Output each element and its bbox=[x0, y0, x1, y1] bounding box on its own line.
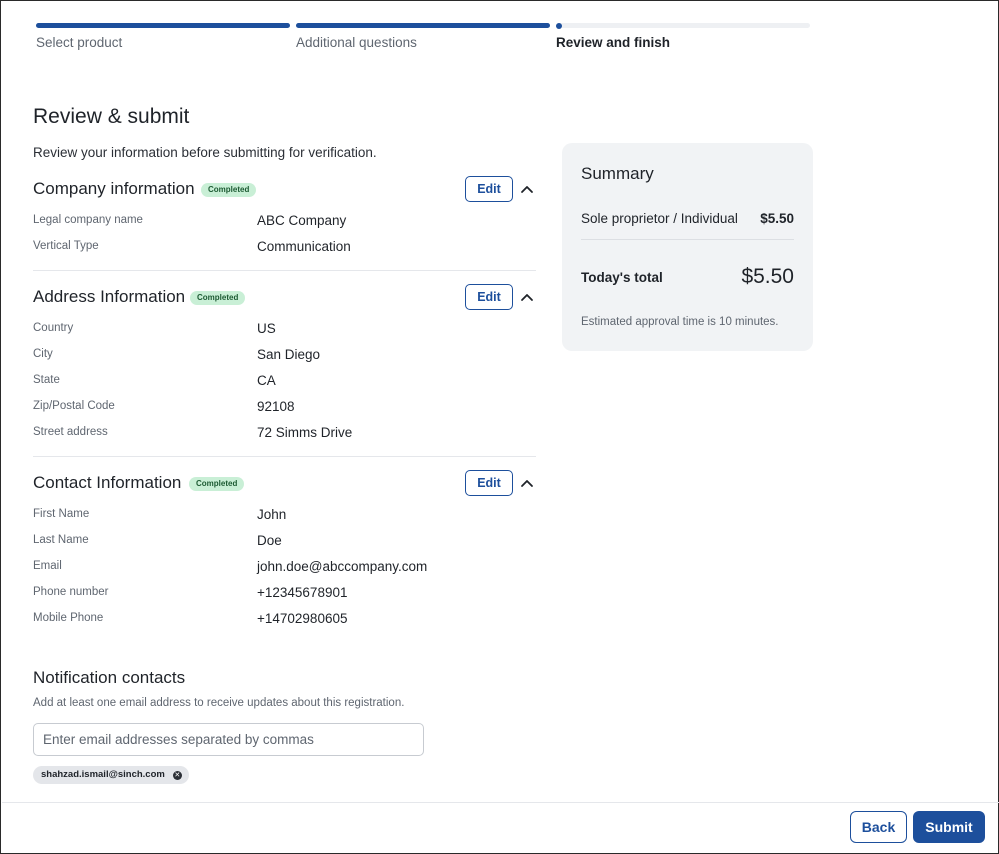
field-label: Phone number bbox=[33, 586, 109, 598]
footer-divider bbox=[2, 802, 999, 803]
notification-contacts-description: Add at least one email address to receiv… bbox=[33, 697, 405, 709]
summary-title: Summary bbox=[581, 164, 654, 183]
section-title: Address Information bbox=[33, 287, 186, 306]
page-title: Review & submit bbox=[33, 105, 190, 128]
edit-address-button[interactable]: Edit bbox=[465, 284, 513, 310]
edit-contact-button[interactable]: Edit bbox=[465, 470, 513, 496]
field-value: Doe bbox=[257, 533, 282, 548]
summary-divider bbox=[581, 239, 794, 240]
company-section-header: Company information Completed Edit bbox=[33, 176, 536, 204]
step-progress-bar bbox=[556, 22, 810, 29]
section-divider bbox=[33, 270, 536, 271]
field-value: 92108 bbox=[257, 399, 295, 414]
field-value: John bbox=[257, 507, 287, 522]
submit-button[interactable]: Submit bbox=[913, 811, 985, 843]
field-label: Mobile Phone bbox=[33, 612, 104, 624]
summary-item-price: $5.50 bbox=[760, 211, 794, 226]
status-badge: Completed bbox=[189, 477, 245, 491]
section-divider bbox=[33, 456, 536, 457]
field-label: City bbox=[33, 348, 53, 360]
field-value: +12345678901 bbox=[257, 585, 348, 600]
summary-total-label: Today's total bbox=[581, 270, 663, 285]
summary-item-label: Sole proprietor / Individual bbox=[581, 211, 738, 226]
address-section-header: Address Information Completed Edit bbox=[33, 284, 536, 312]
field-label: State bbox=[33, 374, 60, 386]
field-value: Communication bbox=[257, 239, 351, 254]
field-value: CA bbox=[257, 373, 276, 388]
step-current-dot bbox=[556, 22, 562, 29]
summary-approval-note: Estimated approval time is 10 minutes. bbox=[581, 316, 779, 328]
field-label: Legal company name bbox=[33, 214, 143, 226]
close-circle-icon[interactable]: ✕ bbox=[172, 770, 182, 780]
field-value: US bbox=[257, 321, 276, 336]
email-chip-label: shahzad.ismail@sinch.com bbox=[41, 769, 165, 780]
field-value: ABC Company bbox=[257, 213, 347, 228]
email-chip: shahzad.ismail@sinch.com ✕ bbox=[33, 766, 189, 784]
step-progress-bar bbox=[36, 23, 290, 28]
step-label: Review and finish bbox=[556, 35, 671, 50]
field-label: Country bbox=[33, 322, 74, 334]
step-select-product: Select product bbox=[36, 23, 290, 50]
summary-card: Summary Sole proprietor / Individual $5.… bbox=[562, 143, 813, 351]
notification-contacts-title: Notification contacts bbox=[33, 668, 186, 687]
status-badge: Completed bbox=[190, 291, 246, 305]
field-label: Street address bbox=[33, 426, 108, 438]
field-label: First Name bbox=[33, 508, 90, 520]
edit-company-button[interactable]: Edit bbox=[465, 176, 513, 202]
step-additional-questions: Additional questions bbox=[296, 23, 550, 50]
app-frame: Select product Additional questions Revi… bbox=[0, 0, 999, 854]
step-label: Select product bbox=[36, 35, 123, 50]
field-value: john.doe@abccompany.com bbox=[257, 559, 428, 574]
field-label: Last Name bbox=[33, 534, 89, 546]
field-label: Email bbox=[33, 560, 62, 572]
field-label: Zip/Postal Code bbox=[33, 400, 115, 412]
section-title: Contact Information bbox=[33, 473, 182, 492]
step-review-and-finish: Review and finish bbox=[556, 22, 810, 50]
summary-total-value: $5.50 bbox=[741, 265, 794, 288]
chevron-up-icon[interactable] bbox=[520, 290, 534, 304]
field-value: +14702980605 bbox=[257, 611, 348, 626]
chevron-up-icon[interactable] bbox=[520, 182, 534, 196]
field-value: San Diego bbox=[257, 347, 321, 362]
section-title: Company information bbox=[33, 179, 195, 198]
chevron-up-icon[interactable] bbox=[520, 476, 534, 490]
page-subtitle: Review your information before submittin… bbox=[33, 145, 377, 160]
field-label: Vertical Type bbox=[33, 240, 99, 252]
step-progress-bar bbox=[296, 23, 550, 28]
contact-section-header: Contact Information Completed Edit bbox=[33, 470, 536, 498]
step-label: Additional questions bbox=[296, 35, 417, 50]
field-value: 72 Simms Drive bbox=[257, 425, 353, 440]
back-button[interactable]: Back bbox=[850, 811, 907, 843]
status-badge: Completed bbox=[201, 183, 257, 197]
notification-email-input[interactable] bbox=[33, 723, 424, 756]
